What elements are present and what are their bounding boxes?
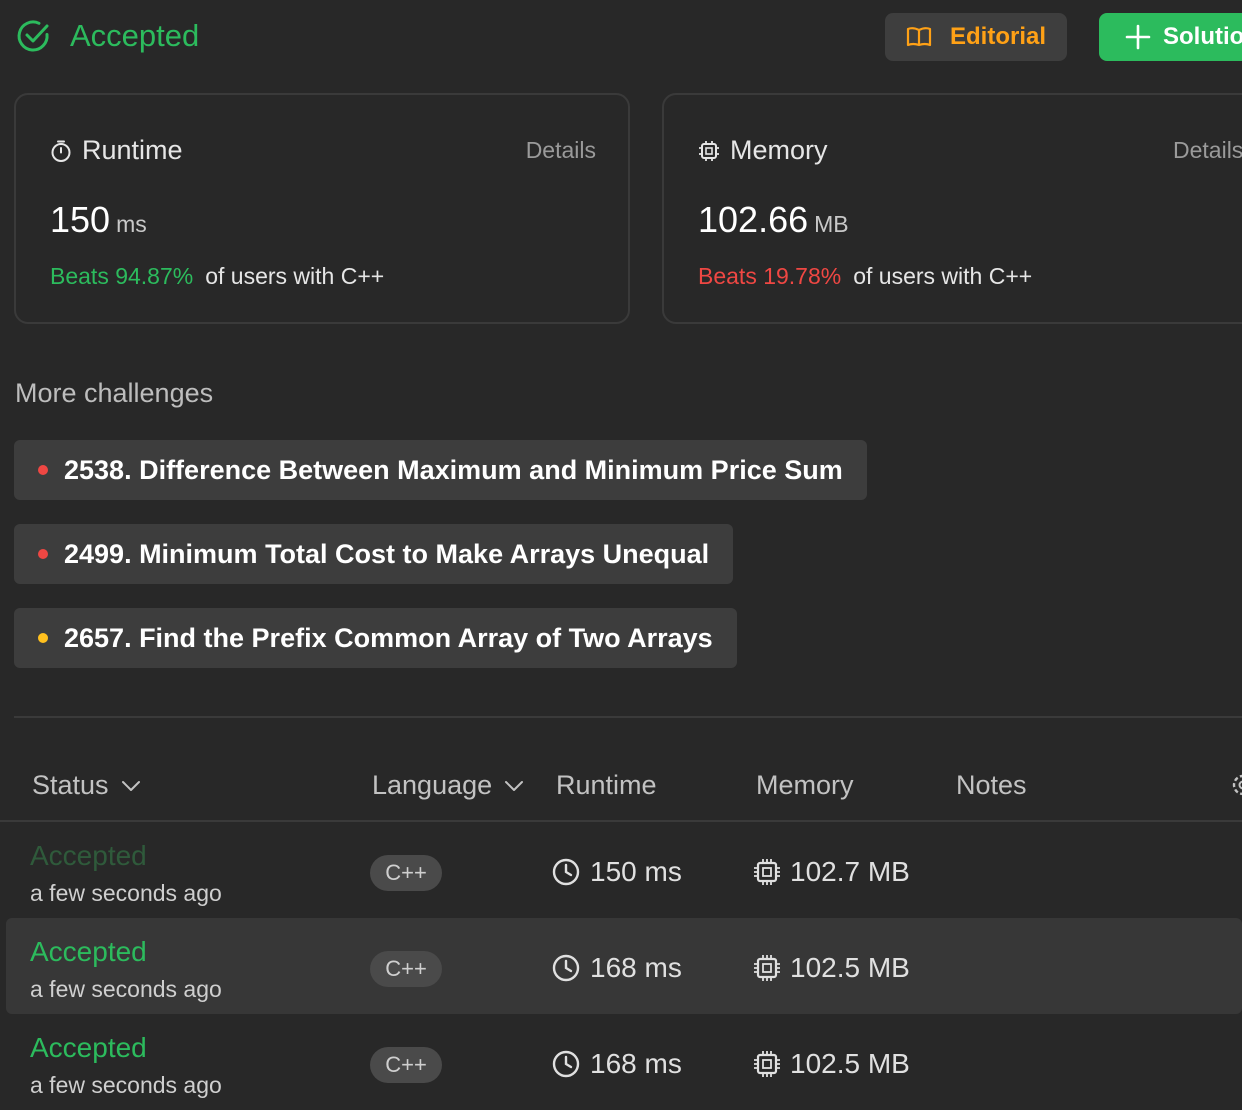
row-runtime-value: 168 ms [590,1048,682,1080]
memory-card-title: Memory [698,135,828,166]
status-title: Accepted [70,18,199,54]
row-memory-value: 102.7 MB [790,856,910,888]
timer-icon [50,139,72,163]
row-memory-value: 102.5 MB [790,952,910,984]
row-time: a few seconds ago [30,1072,222,1099]
chevron-down-icon [121,780,141,792]
chip-icon [752,1049,782,1079]
chevron-down-icon [504,780,524,792]
check-circle-icon [16,18,52,54]
memory-label: Memory [730,135,828,166]
runtime-beats-suffix: of users with C++ [205,263,384,289]
language-header: Language [372,770,492,801]
memory-beats-suffix: of users with C++ [853,263,1032,289]
status-header: Status [32,770,109,801]
runtime-beats-percent: Beats 94.87% [50,263,193,289]
row-runtime: 168 ms [552,952,682,984]
table-row[interactable]: Accepted a few seconds ago C++ 168 ms 10… [6,918,1242,1014]
challenge-title: 2499. Minimum Total Cost to Make Arrays … [64,539,709,570]
challenge-item[interactable]: 2538. Difference Between Maximum and Min… [14,440,867,500]
more-challenges-title: More challenges [15,378,213,409]
table-row[interactable]: Accepted a few seconds ago C++ 168 ms 10… [6,1014,1242,1110]
row-runtime-value: 150 ms [590,856,682,888]
memory-unit: MB [814,211,849,237]
runtime-number: 150 [50,199,110,240]
language-filter[interactable]: Language [372,770,524,801]
language-badge: C++ [370,951,442,987]
challenge-title: 2657. Find the Prefix Common Array of Tw… [64,623,713,654]
row-time: a few seconds ago [30,976,222,1003]
row-memory: 102.7 MB [752,856,910,888]
clock-icon [552,954,580,982]
memory-details-link[interactable]: Details [1173,137,1242,164]
status-filter[interactable]: Status [32,770,141,801]
runtime-beats: Beats 94.87% of users with C++ [50,263,384,290]
row-status[interactable]: Accepted [30,840,147,872]
row-time: a few seconds ago [30,880,222,907]
difficulty-dot [38,633,48,643]
memory-header: Memory [756,770,854,801]
row-status[interactable]: Accepted [30,936,147,968]
settings-icon[interactable] [1230,772,1242,798]
editorial-label: Editorial [950,23,1046,51]
row-runtime: 150 ms [552,856,682,888]
solution-label: Solutio [1163,23,1242,51]
challenge-item[interactable]: 2657. Find the Prefix Common Array of Tw… [14,608,737,668]
challenge-title: 2538. Difference Between Maximum and Min… [64,455,843,486]
row-runtime-value: 168 ms [590,952,682,984]
notes-header: Notes [956,770,1027,801]
row-runtime: 168 ms [552,1048,682,1080]
chip-icon [698,140,720,162]
runtime-card-title: Runtime [50,135,183,166]
memory-number: 102.66 [698,199,808,240]
plus-icon [1125,24,1151,50]
book-icon [906,26,932,48]
section-divider [14,716,1242,718]
runtime-header: Runtime [556,770,657,801]
language-badge: C++ [370,855,442,891]
difficulty-dot [38,465,48,475]
runtime-label: Runtime [82,135,183,166]
memory-beats-percent: Beats 19.78% [698,263,841,289]
table-row[interactable]: Accepted a few seconds ago C++ 150 ms 10… [6,822,1242,918]
runtime-unit: ms [116,211,147,237]
submission-status: Accepted [16,18,199,54]
chip-icon [752,953,782,983]
runtime-details-link[interactable]: Details [526,137,596,164]
memory-card[interactable]: Memory Details 102.66MB Beats 19.78% of u… [662,93,1242,324]
row-memory: 102.5 MB [752,952,910,984]
memory-value: 102.66MB [698,199,849,241]
row-memory-value: 102.5 MB [790,1048,910,1080]
challenge-item[interactable]: 2499. Minimum Total Cost to Make Arrays … [14,524,733,584]
row-status[interactable]: Accepted [30,1032,147,1064]
memory-beats: Beats 19.78% of users with C++ [698,263,1032,290]
runtime-value: 150ms [50,199,147,241]
row-memory: 102.5 MB [752,1048,910,1080]
runtime-card[interactable]: Runtime Details 150ms Beats 94.87% of use… [14,93,630,324]
chip-icon [752,857,782,887]
clock-icon [552,1050,580,1078]
add-solution-button[interactable]: Solutio [1099,13,1242,61]
language-badge: C++ [370,1047,442,1083]
editorial-button[interactable]: Editorial [885,13,1067,61]
clock-icon [552,858,580,886]
difficulty-dot [38,549,48,559]
